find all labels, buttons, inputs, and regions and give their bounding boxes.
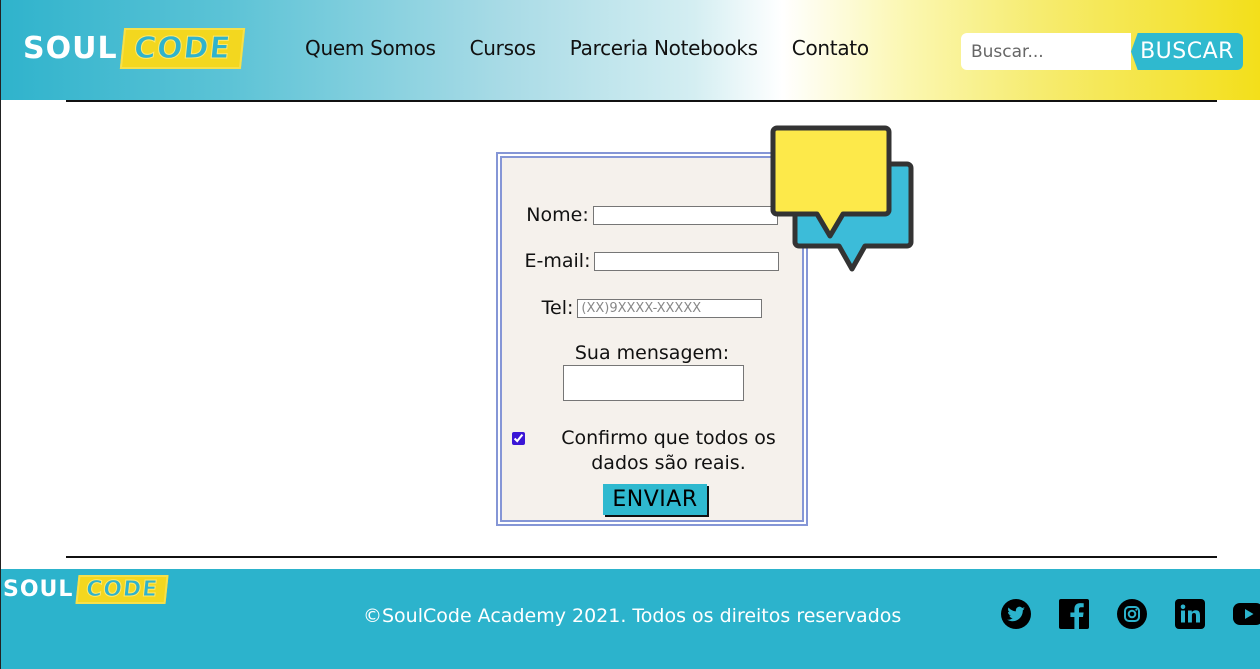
nav-contato[interactable]: Contato [792,36,869,60]
soulcode-logo[interactable]: SOUL CODE [23,28,245,69]
footer-logo-code-text: CODE [75,575,170,604]
social-links [1000,598,1260,630]
contact-form: Nome: E-mail: Tel: Sua mensagem: Confirm… [496,152,808,526]
facebook-icon[interactable] [1058,598,1090,630]
message-label: Sua mensagem: [574,342,730,364]
search-input[interactable] [961,33,1131,70]
logo-soul-text: SOUL [23,31,118,66]
nav-quem-somos[interactable]: Quem Somos [305,36,436,60]
search-bar: BUSCAR [961,33,1243,70]
site-footer: SOUL CODE ©SoulCode Academy 2021. Todos … [1,569,1260,669]
email-label: E-mail: [524,250,591,272]
name-row: Nome: [502,204,802,226]
phone-field[interactable] [577,298,763,318]
footer-soulcode-logo[interactable]: SOUL CODE [3,575,170,604]
chat-bubbles-icon [770,125,914,272]
linkedin-icon[interactable] [1174,598,1206,630]
confirm-row: Confirmo que todos os dados são reais. [510,426,806,476]
confirm-label: Confirmo que todos os dados são reais. [561,427,776,474]
footer-logo-soul-text: SOUL [3,577,74,602]
twitter-icon[interactable] [1000,598,1032,630]
nav-parceria-notebooks[interactable]: Parceria Notebooks [570,36,758,60]
youtube-icon[interactable] [1232,598,1260,630]
phone-label: Tel: [541,297,574,319]
message-textarea[interactable] [563,365,744,401]
bottom-divider [66,556,1217,558]
copyright-text: ©SoulCode Academy 2021. Todos os direito… [363,605,902,627]
email-field[interactable] [594,251,780,271]
search-button[interactable]: BUSCAR [1131,33,1243,70]
name-field[interactable] [592,205,778,225]
top-divider [66,100,1217,102]
send-button[interactable]: ENVIAR [603,484,707,515]
logo-code-text: CODE [119,28,245,69]
nav-cursos[interactable]: Cursos [470,36,536,60]
name-label: Nome: [526,204,589,226]
email-row: E-mail: [502,250,802,272]
contact-form-inner: Nome: E-mail: Tel: Sua mensagem: Confirm… [500,156,804,522]
phone-row: Tel: [502,297,802,319]
confirm-checkbox[interactable] [512,432,525,445]
instagram-icon[interactable] [1116,598,1148,630]
site-header: SOUL CODE Quem Somos Cursos Parceria Not… [1,0,1260,100]
main-nav: Quem Somos Cursos Parceria Notebooks Con… [305,36,869,60]
